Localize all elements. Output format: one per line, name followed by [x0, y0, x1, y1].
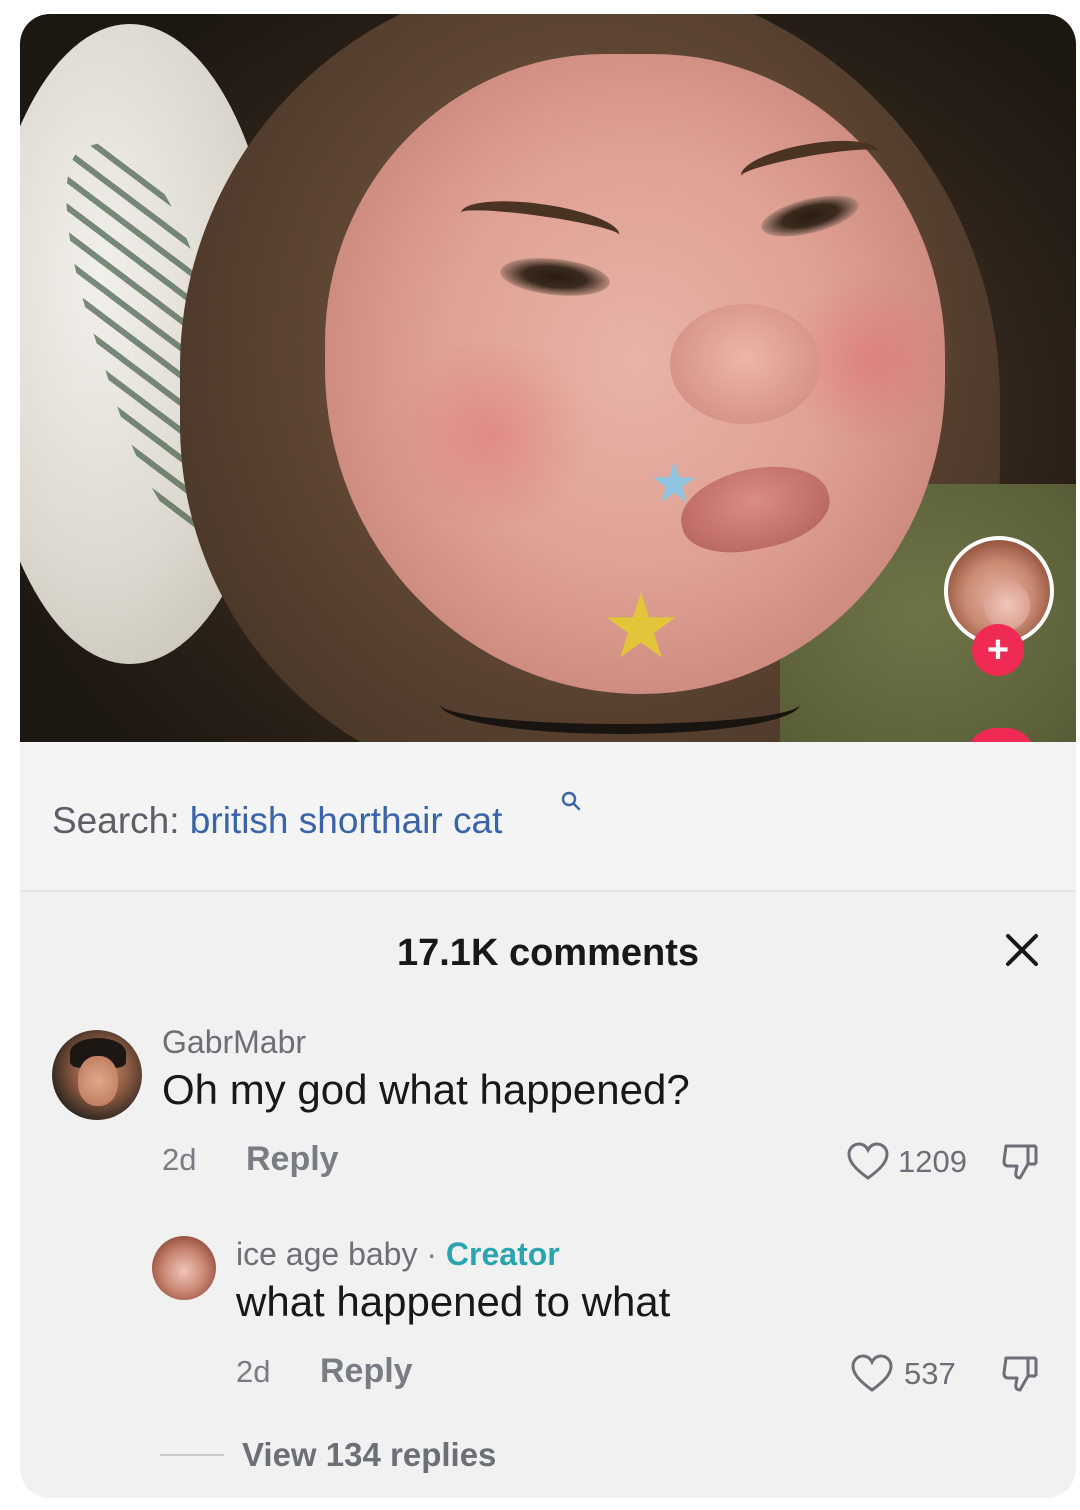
reply-time: 2d [236, 1354, 271, 1389]
dislike-icon[interactable] [1000, 1142, 1040, 1182]
comment-time: 2d [162, 1142, 197, 1177]
avatar[interactable] [52, 1030, 142, 1120]
comment-text: Oh my god what happened? [162, 1066, 690, 1113]
reply-username[interactable]: ice age baby [236, 1236, 417, 1272]
screenshot-card: + Search: british shorthair cat 17.1K co… [20, 14, 1076, 1498]
separator: · [426, 1236, 438, 1272]
search-prefix: Search: [52, 800, 180, 841]
view-replies-button[interactable]: View 134 replies [242, 1436, 496, 1474]
close-icon[interactable] [1000, 928, 1044, 972]
nose [670, 304, 820, 424]
plus-icon: + [986, 629, 1010, 671]
like-count: 1209 [898, 1144, 967, 1179]
comments-count-title: 17.1K comments [396, 932, 699, 974]
follow-button[interactable]: + [972, 624, 1024, 676]
video-frame[interactable]: + [20, 14, 1076, 742]
comment-username[interactable]: GabrMabr [162, 1024, 306, 1061]
reply-button[interactable]: Reply [246, 1140, 339, 1179]
like-count: 537 [904, 1356, 956, 1391]
search-icon [561, 791, 581, 811]
reply-text: what happened to what [236, 1278, 671, 1325]
heart-icon[interactable] [850, 1354, 894, 1394]
reply-username-line: ice age baby · Creator [236, 1236, 560, 1273]
dislike-icon[interactable] [1000, 1354, 1040, 1394]
reply-button[interactable]: Reply [320, 1352, 413, 1391]
avatar[interactable] [152, 1236, 216, 1300]
heart-icon[interactable] [846, 1142, 890, 1182]
replies-divider [160, 1454, 224, 1456]
search-suggestion[interactable]: Search: british shorthair cat [52, 800, 502, 842]
search-term[interactable]: british shorthair cat [190, 800, 503, 841]
creator-badge: Creator [445, 1236, 560, 1272]
choker [440, 674, 800, 734]
